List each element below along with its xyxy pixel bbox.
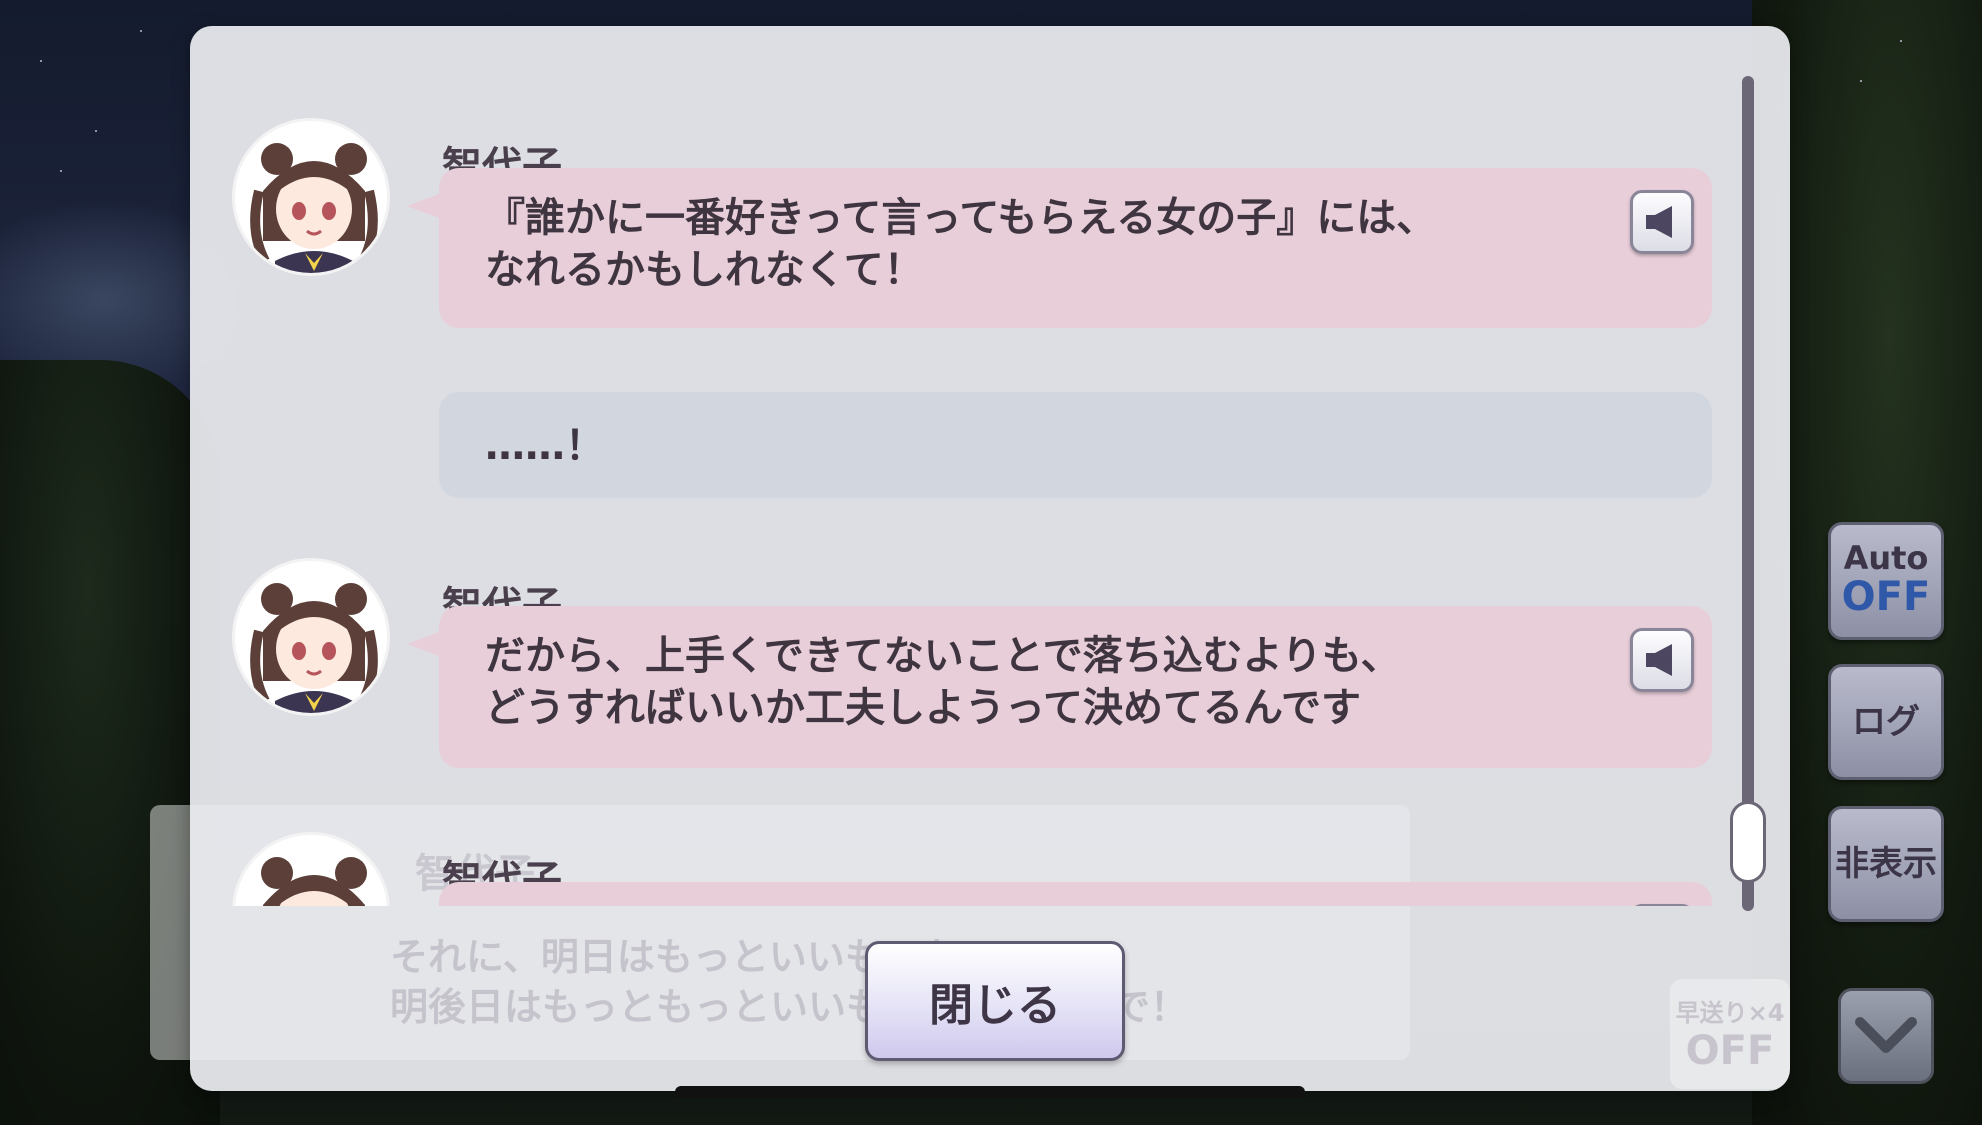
character-avatar-icon [250,583,378,713]
character-avatar-icon [250,143,378,273]
character-avatar-icon [261,857,367,906]
narration-bubble: ……！ [439,392,1712,498]
star [40,60,42,62]
fast-forward-button: 早送り×4 OFF [1670,979,1790,1089]
log-panel: 智代子 それに、明日はもっといいものを、 明後日はもっともっといいものにしたいの… [190,26,1790,1091]
character-avatar [232,118,390,276]
dialogue-text: ……！ [485,423,605,469]
star [140,30,142,32]
speech-bubble: だから、上手くできてないことで落ち込むよりも、 どうすればいいか工夫しようって決… [407,606,1712,768]
auto-state: OFF [1841,574,1931,620]
chevron-down-icon [1855,1017,1917,1053]
close-button[interactable]: 閉じる [865,941,1125,1061]
speech-bubble [439,882,1712,906]
speech-bubble: 『誰かに一番好きって言ってもらえる女の子』には、 なれるかもしれなくて！ [407,168,1712,328]
auto-button[interactable]: Auto OFF [1828,522,1944,640]
dialogue-text: だから、上手くできてないことで落ち込むよりも、 どうすればいいか工夫しようって決… [485,633,1401,731]
star [1860,80,1862,82]
hide-button[interactable]: 非表示 [1828,806,1944,922]
fast-forward-label: 早送り×4 [1675,999,1785,1027]
speaker-icon [1646,644,1672,676]
home-indicator [675,1086,1305,1098]
scrollbar-thumb[interactable] [1730,801,1766,883]
voice-play-button[interactable] [1630,190,1694,254]
voice-play-button[interactable] [1630,904,1694,906]
log-scroll-area[interactable]: 智代子 『誰かに一番好きって言ってもらえる女の子』には、 なれるかもしれなくて！… [190,26,1790,906]
voice-play-button[interactable] [1630,628,1694,692]
log-button-label: ログ [1852,702,1920,742]
character-avatar [232,832,390,906]
fast-forward-state: OFF [1685,1028,1775,1074]
star [95,130,97,132]
hide-button-label: 非表示 [1835,844,1937,884]
auto-label: Auto [1843,539,1929,577]
speaker-icon [1646,206,1672,238]
log-button[interactable]: ログ [1828,664,1944,780]
scrollbar-track[interactable] [1742,76,1754,911]
scroll-down-button[interactable] [1838,988,1934,1084]
star [60,170,62,172]
star [1900,40,1902,42]
character-avatar [232,558,390,716]
dialogue-text: 『誰かに一番好きって言ってもらえる女の子』には、 なれるかもしれなくて！ [485,195,1437,293]
